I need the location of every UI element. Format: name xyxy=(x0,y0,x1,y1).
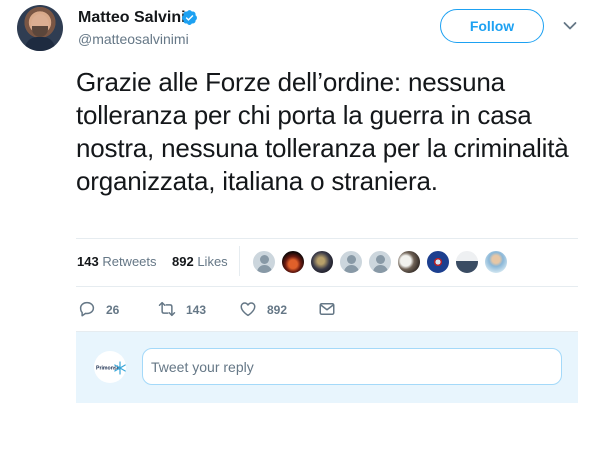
liker-avatar[interactable] xyxy=(368,250,392,274)
author-avatar[interactable] xyxy=(17,5,63,51)
follow-button[interactable]: Follow xyxy=(440,9,544,43)
likes-stat-label: Likes xyxy=(197,254,228,269)
liker-avatar[interactable] xyxy=(484,250,508,274)
likes-stat[interactable]: 892 Likes xyxy=(172,254,228,269)
liker-avatar[interactable] xyxy=(310,250,334,274)
reply-user-avatar: Primonsk xyxy=(94,351,126,383)
retweet-icon[interactable] xyxy=(157,300,177,318)
reply-avatar-logo: Primonsk xyxy=(96,361,126,375)
retweets-stat-label: Retweets xyxy=(102,254,157,269)
chevron-down-icon[interactable] xyxy=(563,21,577,31)
liker-avatar[interactable] xyxy=(455,250,479,274)
direct-message-icon[interactable] xyxy=(318,300,336,318)
retweet-count: 143 xyxy=(186,303,207,317)
retweets-stat-count: 143 xyxy=(77,254,99,269)
liker-avatar[interactable] xyxy=(397,250,421,274)
divider xyxy=(76,286,578,287)
tweet-text: Grazie alle Forze dell’ordine: nessuna t… xyxy=(76,67,569,196)
reply-icon[interactable] xyxy=(78,300,96,318)
likes-stat-count: 892 xyxy=(172,254,194,269)
divider xyxy=(76,238,578,239)
liker-avatar[interactable] xyxy=(281,250,305,274)
liker-avatar[interactable] xyxy=(252,250,276,274)
retweets-stat[interactable]: 143 Retweets xyxy=(77,254,157,269)
like-count: 892 xyxy=(267,303,288,317)
heart-icon[interactable] xyxy=(239,300,257,318)
reply-input[interactable] xyxy=(142,348,562,385)
author-name[interactable]: Matteo Salvini xyxy=(78,9,186,27)
stats-separator xyxy=(239,246,240,276)
liker-avatar[interactable] xyxy=(426,250,450,274)
author-handle[interactable]: @matteosalvinimi xyxy=(78,31,189,47)
liker-avatar[interactable] xyxy=(339,250,363,274)
reply-count: 26 xyxy=(106,303,120,317)
verified-badge-icon xyxy=(182,10,197,25)
